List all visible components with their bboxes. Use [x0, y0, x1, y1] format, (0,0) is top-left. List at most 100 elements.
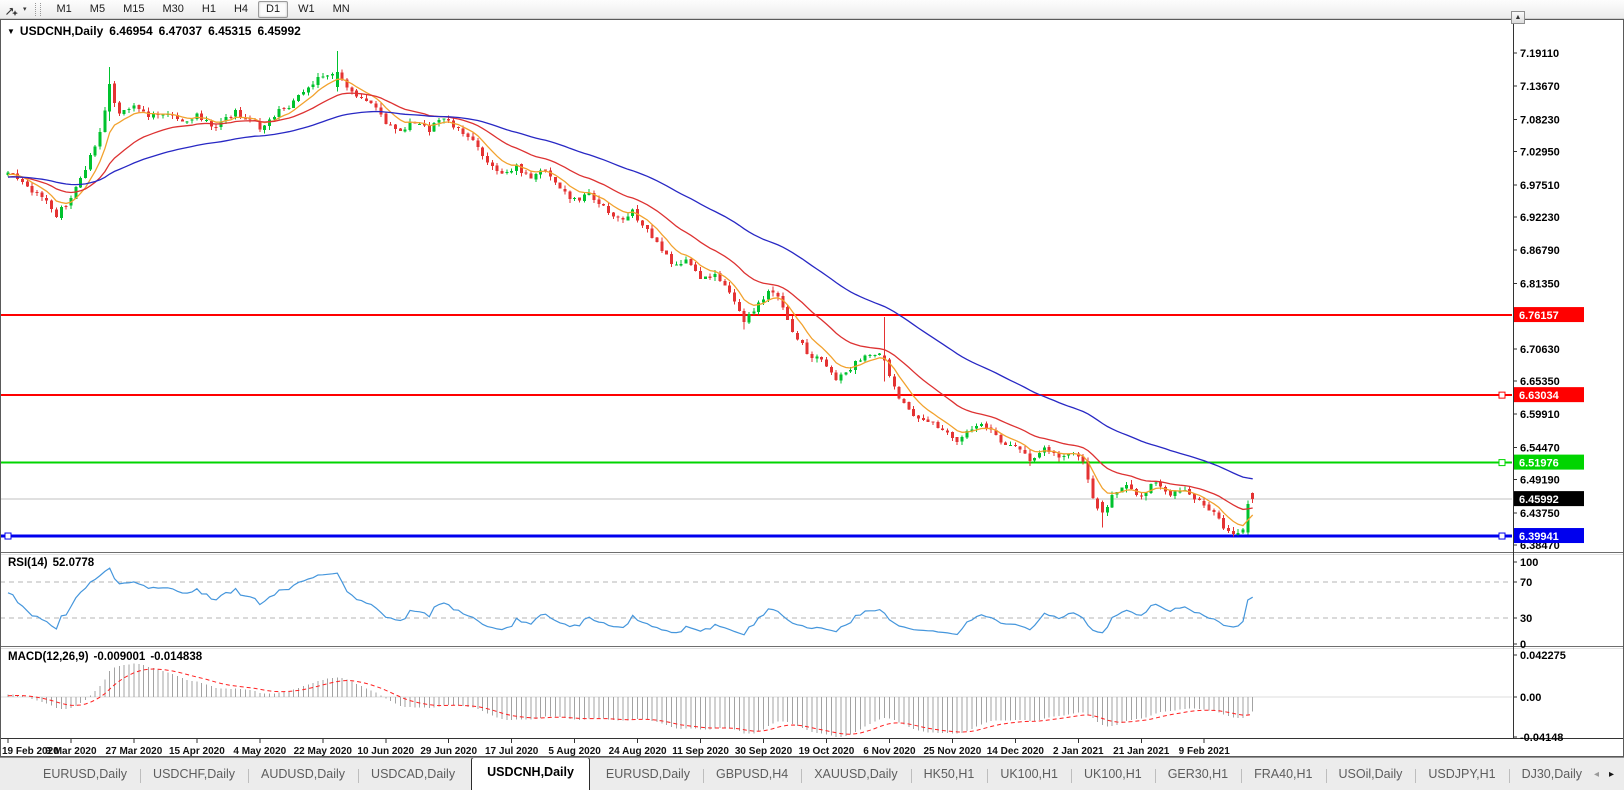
svg-text:6.81350: 6.81350	[1520, 278, 1560, 290]
macd-panel-plot[interactable]	[0, 663, 1513, 737]
tab-uk100-h1[interactable]: UK100,H1	[987, 760, 1071, 790]
ohlc-high: 6.47037	[158, 24, 203, 38]
svg-text:9 Feb 2021: 9 Feb 2021	[1179, 746, 1231, 757]
tab-eurusd-daily[interactable]: EURUSD,Daily	[30, 760, 140, 790]
svg-text:7.08230: 7.08230	[1520, 114, 1560, 126]
macd-axis: 0.042275 0.00 -0.04148	[1513, 650, 1566, 744]
svg-text:6.92230: 6.92230	[1520, 212, 1560, 224]
svg-text:7.02950: 7.02950	[1520, 147, 1560, 159]
chart-collapse-icon[interactable]: ▼	[7, 27, 15, 36]
tab-gbpusd-h4[interactable]: GBPUSD,H4	[702, 760, 801, 790]
tab-usdcnh-daily[interactable]: USDCNH,Daily	[471, 758, 590, 790]
svg-text:6.54470: 6.54470	[1520, 442, 1560, 454]
macd-signal-value: -0.014838	[150, 651, 203, 663]
timeframe-buttons: M1 M5 M15 M30 H1 H4 D1 W1 MN	[48, 0, 359, 18]
ma-21-line	[7, 92, 1253, 511]
tab-usdcad-daily[interactable]: USDCAD,Daily	[358, 760, 468, 790]
svg-text:0.00: 0.00	[1520, 692, 1541, 704]
rsi-panel-plot[interactable]	[0, 567, 1513, 636]
level-handle-left[interactable]	[4, 532, 12, 540]
timeframe-mn-button[interactable]: MN	[325, 1, 358, 18]
svg-text:-0.04148: -0.04148	[1520, 732, 1563, 744]
date-axis[interactable]: 19 Feb 20209 Mar 2020 27 Mar 2020 15 Apr 2…	[2, 739, 1230, 757]
tab-usoil-daily[interactable]: USOil,Daily	[1325, 760, 1416, 790]
svg-text:6.39941: 6.39941	[1519, 531, 1559, 543]
chart-tab-bar: EURUSD,Daily USDCHF,Daily AUDUSD,Daily USDC…	[0, 757, 1624, 790]
svg-text:27 Mar 2020: 27 Mar 2020	[106, 746, 163, 757]
timeframe-d1-button[interactable]: D1	[258, 0, 289, 18]
ohlc-open: 6.46954	[109, 24, 153, 38]
svg-text:6.76157: 6.76157	[1519, 310, 1559, 322]
rsi-axis: 10070300	[1513, 557, 1538, 651]
svg-text:100: 100	[1520, 557, 1538, 569]
svg-text:6.63034: 6.63034	[1519, 390, 1560, 402]
tab-dj30-daily[interactable]: DJ30,Daily	[1508, 760, 1588, 790]
svg-text:17 Jul 2020: 17 Jul 2020	[485, 746, 539, 757]
ohlc-low: 6.45315	[208, 24, 252, 38]
svg-text:6.49190: 6.49190	[1520, 475, 1560, 487]
rsi-value: 52.0778	[52, 557, 95, 569]
svg-text:29 Jun 2020: 29 Jun 2020	[420, 746, 477, 757]
svg-text:70: 70	[1520, 577, 1532, 589]
svg-text:2 Jan 2021: 2 Jan 2021	[1053, 746, 1104, 757]
svg-text:6 Nov 2020: 6 Nov 2020	[863, 746, 916, 757]
svg-text:6.70630: 6.70630	[1520, 344, 1560, 356]
main-chart-plot[interactable]	[0, 314, 1513, 540]
top-toolbar: ▾ M1 M5 M15 M30 H1 H4 D1 W1 MN	[0, 0, 1624, 19]
toolbar-grip	[34, 2, 41, 16]
tab-usdjpy-h1[interactable]: USDJPY,H1	[1415, 760, 1508, 790]
svg-text:7.19110: 7.19110	[1520, 48, 1559, 60]
tab-xauusd-daily[interactable]: XAUUSD,Daily	[801, 760, 910, 790]
timeframe-m1-button[interactable]: M1	[49, 1, 80, 18]
svg-text:6.45992: 6.45992	[1519, 494, 1559, 506]
svg-text:30: 30	[1520, 613, 1532, 625]
scroll-up-button[interactable]: ▲	[1511, 11, 1525, 24]
svg-text:5 Aug 2020: 5 Aug 2020	[548, 746, 601, 757]
level-handle-right[interactable]	[1498, 532, 1506, 540]
tabs-scroll-right-icon[interactable]: ▸	[1609, 769, 1614, 780]
ma-55-line	[7, 110, 1253, 480]
tab-audusd-daily[interactable]: AUDUSD,Daily	[248, 760, 358, 790]
tab-usdchf-daily[interactable]: USDCHF,Daily	[140, 760, 248, 790]
tabs-scroll-left-icon[interactable]: ◂	[1594, 769, 1599, 780]
ohlc-close: 6.45992	[257, 24, 301, 38]
timeframe-m15-button[interactable]: M15	[115, 1, 152, 18]
chart-window[interactable]: ▼ USDCNH,Daily 6.46954 6.47037 6.45315 6.4599…	[0, 0, 1624, 757]
timeframe-w1-button[interactable]: W1	[290, 1, 323, 18]
macd-histogram	[7, 663, 1254, 737]
tab-ger30-h1[interactable]: GER30,H1	[1154, 760, 1241, 790]
tab-eurusd-daily[interactable]: EURUSD,Daily	[593, 760, 703, 790]
candles[interactable]	[6, 50, 1255, 537]
macd-indicator-label: MACD(12,26,9) -0.009001 -0.014838	[8, 651, 203, 663]
svg-text:24 Aug 2020: 24 Aug 2020	[609, 746, 667, 757]
chart-symbol-label: USDCNH,Daily	[19, 24, 104, 38]
tab-uk100-h1[interactable]: UK100,H1	[1071, 760, 1155, 790]
svg-text:6.59910: 6.59910	[1520, 409, 1560, 421]
chart-tabs: EURUSD,Daily USDCHF,Daily AUDUSD,Daily USDC…	[0, 758, 1588, 790]
macd-signal-line	[7, 668, 1253, 735]
chart-title: ▼ USDCNH,Daily 6.46954 6.47037 6.45315 6.4599…	[7, 24, 301, 38]
svg-text:4 May 2020: 4 May 2020	[233, 746, 286, 757]
level-handle-right[interactable]	[1498, 459, 1506, 467]
tab-fra40-h1[interactable]: FRA40,H1	[1241, 760, 1325, 790]
tab-hk50-h1[interactable]: HK50,H1	[910, 760, 988, 790]
timeframe-h4-button[interactable]: H4	[226, 1, 256, 18]
level-handle-right[interactable]	[1498, 391, 1506, 399]
svg-text:6.97510: 6.97510	[1520, 180, 1560, 192]
indicator-cursor-icon[interactable]	[4, 2, 19, 17]
price-axis[interactable]: 7.19110 7.13670 7.08230 7.02950 6.97510 6.922…	[1513, 48, 1584, 552]
svg-text:15 Apr 2020: 15 Apr 2020	[169, 746, 225, 757]
tool-dropdown-caret-icon[interactable]: ▾	[21, 5, 29, 13]
chart-window-border	[0, 19, 1624, 757]
svg-text:25 Nov 2020: 25 Nov 2020	[923, 746, 981, 757]
timeframe-m5-button[interactable]: M5	[82, 1, 113, 18]
svg-text:14 Dec 2020: 14 Dec 2020	[987, 746, 1045, 757]
svg-text:6.43750: 6.43750	[1520, 508, 1560, 520]
timeframe-h1-button[interactable]: H1	[194, 1, 224, 18]
rsi-indicator-label: RSI(14) 52.0778	[8, 557, 95, 569]
svg-text:6.65350: 6.65350	[1520, 376, 1560, 388]
svg-text:21 Jan 2021: 21 Jan 2021	[1113, 746, 1170, 757]
tab-scroll-controls: ◂ ▸	[1588, 769, 1624, 790]
svg-text:11 Sep 2020: 11 Sep 2020	[672, 746, 729, 757]
timeframe-m30-button[interactable]: M30	[154, 1, 191, 18]
